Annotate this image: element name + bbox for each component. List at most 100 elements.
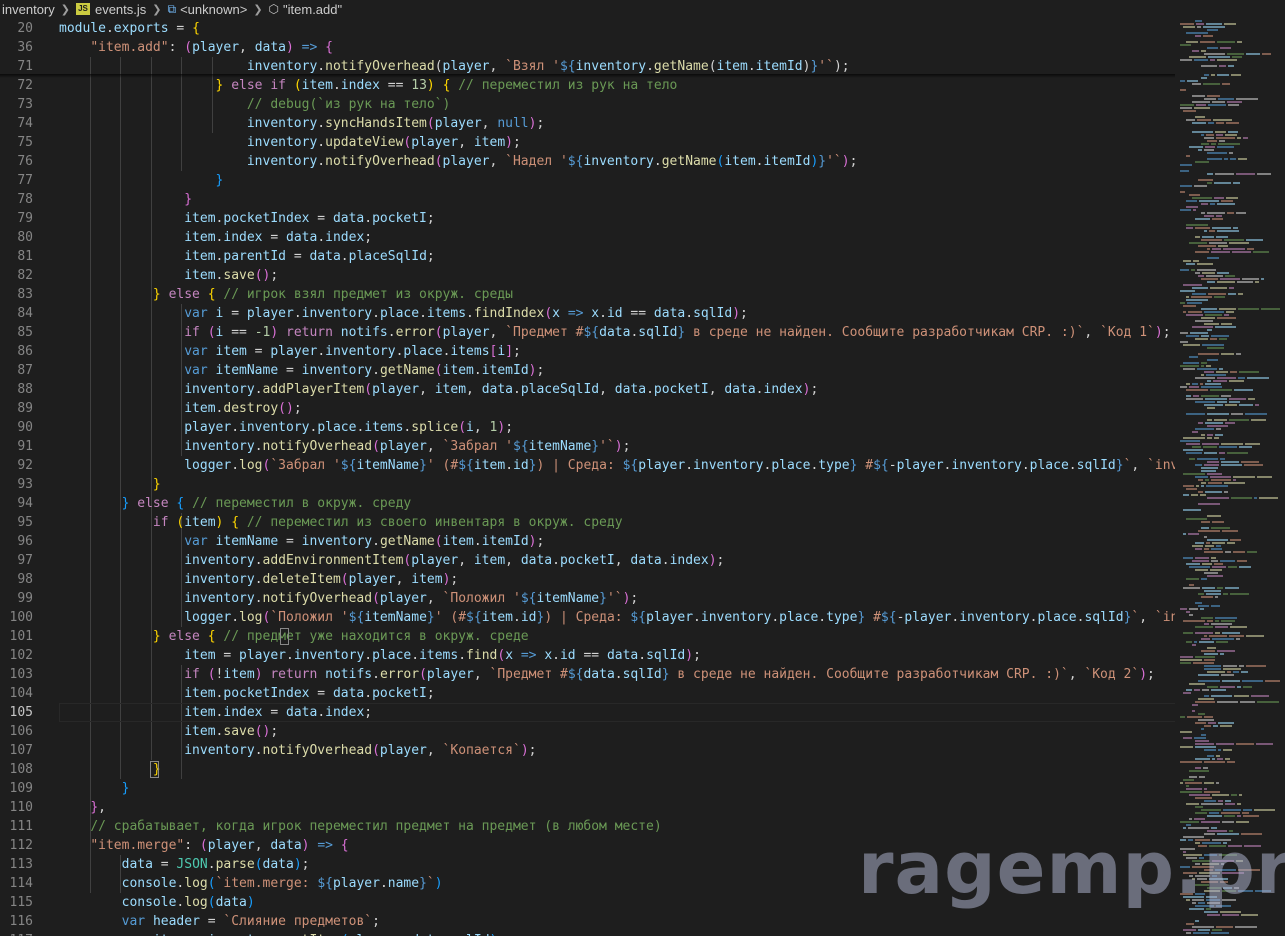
code-line[interactable]: 88 inventory.addPlayerItem(player, item,… [0, 380, 1175, 399]
code-line[interactable]: 73 // debug(`из рук на тело`) [0, 95, 1175, 114]
code-text: inventory.updateView(player, item); [246, 135, 521, 150]
minimap-line [1215, 632, 1220, 634]
code-line[interactable]: 117 var item = inventory.getItem(player,… [0, 931, 1175, 936]
code-text: } [121, 781, 130, 796]
minimap[interactable] [1175, 18, 1285, 936]
minimap-line [1218, 245, 1228, 247]
minimap-line [1204, 572, 1218, 574]
minimap-line [1229, 635, 1244, 637]
minimap-line [1183, 533, 1186, 535]
code-line[interactable]: 76 inventory.notifyOverhead(player, `Над… [0, 152, 1175, 171]
line-number: 89 [17, 401, 33, 416]
code-line[interactable]: 109 } [0, 779, 1175, 798]
code-line[interactable]: 107 inventory.notifyOverhead(player, `Ко… [0, 741, 1175, 760]
minimap-line [1198, 422, 1203, 424]
code-line[interactable]: 101 } else { // предмет уже находится в … [0, 627, 1175, 646]
minimap-line [1195, 464, 1202, 466]
code-editor[interactable]: 20 module.exports = {36 "item.add": (play… [0, 18, 1175, 936]
minimap-line [1197, 878, 1207, 880]
breadcrumb-symbol-unknown[interactable]: ⧉ <unknown> [166, 2, 250, 17]
code-line[interactable]: 94 } else { // переместил в окруж. среду [0, 494, 1175, 513]
minimap-line [1186, 488, 1197, 490]
code-line[interactable]: 98 inventory.deleteItem(player, item); [0, 570, 1175, 589]
minimap-line [1207, 497, 1229, 499]
js-file-icon: JS [75, 3, 90, 15]
minimap-line [1198, 503, 1220, 505]
code-line[interactable]: 72 } else if (item.index == 13) { // пер… [0, 76, 1175, 95]
minimap-line [1192, 878, 1195, 880]
code-line[interactable]: 110 }, [0, 798, 1175, 817]
code-line[interactable]: 83 } else { // игрок взял предмет из окр… [0, 285, 1175, 304]
minimap-line [1238, 308, 1259, 310]
code-line[interactable]: 112 "item.merge": (player, data) => { [0, 836, 1175, 855]
minimap-line [1192, 131, 1213, 133]
code-line[interactable]: 87 var itemName = inventory.getName(item… [0, 361, 1175, 380]
code-line[interactable]: 92 logger.log(`Забрал '${itemName}' (#${… [0, 456, 1175, 475]
minimap-line [1242, 278, 1259, 280]
minimap-line [1207, 461, 1219, 463]
code-line[interactable]: 116 var header = `Слияние предметов`; [0, 912, 1175, 931]
code-line[interactable]: 103 if (!item) return notifs.error(playe… [0, 665, 1175, 684]
minimap-line [1195, 320, 1213, 322]
code-line[interactable]: 104 item.pocketIndex = data.pocketI; [0, 684, 1175, 703]
code-line[interactable]: 78 } [0, 190, 1175, 209]
code-line[interactable]: 106 item.save(); [0, 722, 1175, 741]
minimap-line [1195, 746, 1216, 748]
line-number: 115 [9, 895, 33, 910]
minimap-line [1189, 818, 1192, 820]
minimap-line [1195, 722, 1206, 724]
code-line[interactable]: 75 inventory.updateView(player, item); [0, 133, 1175, 152]
code-line[interactable]: 105 item.index = data.index; [0, 703, 1175, 722]
code-line[interactable]: 79 item.pocketIndex = data.pocketI; [0, 209, 1175, 228]
code-line[interactable]: 77 } [0, 171, 1175, 190]
minimap-line [1204, 98, 1216, 100]
minimap-line [1239, 404, 1253, 406]
code-line[interactable]: 90 player.inventory.place.items.splice(i… [0, 418, 1175, 437]
minimap-line [1223, 887, 1232, 889]
code-line[interactable]: 93 } [0, 475, 1175, 494]
code-line[interactable]: 102 item = player.inventory.place.items.… [0, 646, 1175, 665]
minimap-line [1186, 296, 1189, 298]
code-line[interactable]: 82 item.save(); [0, 266, 1175, 285]
minimap-line [1198, 179, 1213, 181]
code-line[interactable]: 74 inventory.syncHandsItem(player, null)… [0, 114, 1175, 133]
breadcrumb-file[interactable]: JS events.js [74, 2, 148, 17]
minimap-line [1204, 635, 1207, 637]
minimap-line [1198, 698, 1214, 700]
minimap-line [1215, 869, 1236, 871]
minimap-line [1204, 749, 1216, 751]
code-line[interactable]: 89 item.destroy(); [0, 399, 1175, 418]
code-line[interactable]: 100 logger.log(`Положил '${itemName}' (#… [0, 608, 1175, 627]
breadcrumb-folder[interactable]: inventory [0, 2, 57, 17]
code-line[interactable]: 111 // срабатывает, когда игрок перемест… [0, 817, 1175, 836]
code-line[interactable]: 97 inventory.addEnvironmentItem(player, … [0, 551, 1175, 570]
code-line[interactable]: 108 } [0, 760, 1175, 779]
code-line[interactable]: 85 if (i == -1) return notifs.error(play… [0, 323, 1175, 342]
minimap-line [1207, 281, 1215, 283]
code-line[interactable]: 113 data = JSON.parse(data); [0, 855, 1175, 874]
minimap-line [1212, 839, 1231, 841]
minimap-line [1216, 905, 1231, 907]
minimap-line [1192, 83, 1201, 85]
minimap-line [1262, 53, 1271, 55]
code-line[interactable]: 84 var i = player.inventory.place.items.… [0, 304, 1175, 323]
code-line[interactable]: 99 inventory.notifyOverhead(player, `Пол… [0, 589, 1175, 608]
sticky-scroll-line[interactable]: 20 module.exports = { [0, 19, 1175, 38]
minimap-line [1191, 296, 1212, 298]
code-line[interactable]: 115 console.log(data) [0, 893, 1175, 912]
minimap-line [1216, 215, 1222, 217]
minimap-line [1198, 845, 1207, 847]
code-line[interactable]: 81 item.parentId = data.placeSqlId; [0, 247, 1175, 266]
sticky-scroll-line[interactable]: 36 "item.add": (player, data) => { [0, 38, 1175, 57]
code-line[interactable]: 114 console.log(`item.merge: ${player.na… [0, 874, 1175, 893]
minimap-line [1210, 59, 1215, 61]
minimap-line [1204, 74, 1209, 76]
minimap-line [1202, 344, 1224, 346]
code-line[interactable]: 96 var itemName = inventory.getName(item… [0, 532, 1175, 551]
breadcrumb-symbol-item-add[interactable]: ⬡ "item.add" [267, 2, 345, 17]
minimap-line [1196, 104, 1206, 106]
code-line[interactable]: 91 inventory.notifyOverhead(player, `Заб… [0, 437, 1175, 456]
code-line[interactable]: 86 var item = player.inventory.place.ite… [0, 342, 1175, 361]
code-line[interactable]: 80 item.index = data.index; [0, 228, 1175, 247]
code-line[interactable]: 95 if (item) { // переместил из своего и… [0, 513, 1175, 532]
